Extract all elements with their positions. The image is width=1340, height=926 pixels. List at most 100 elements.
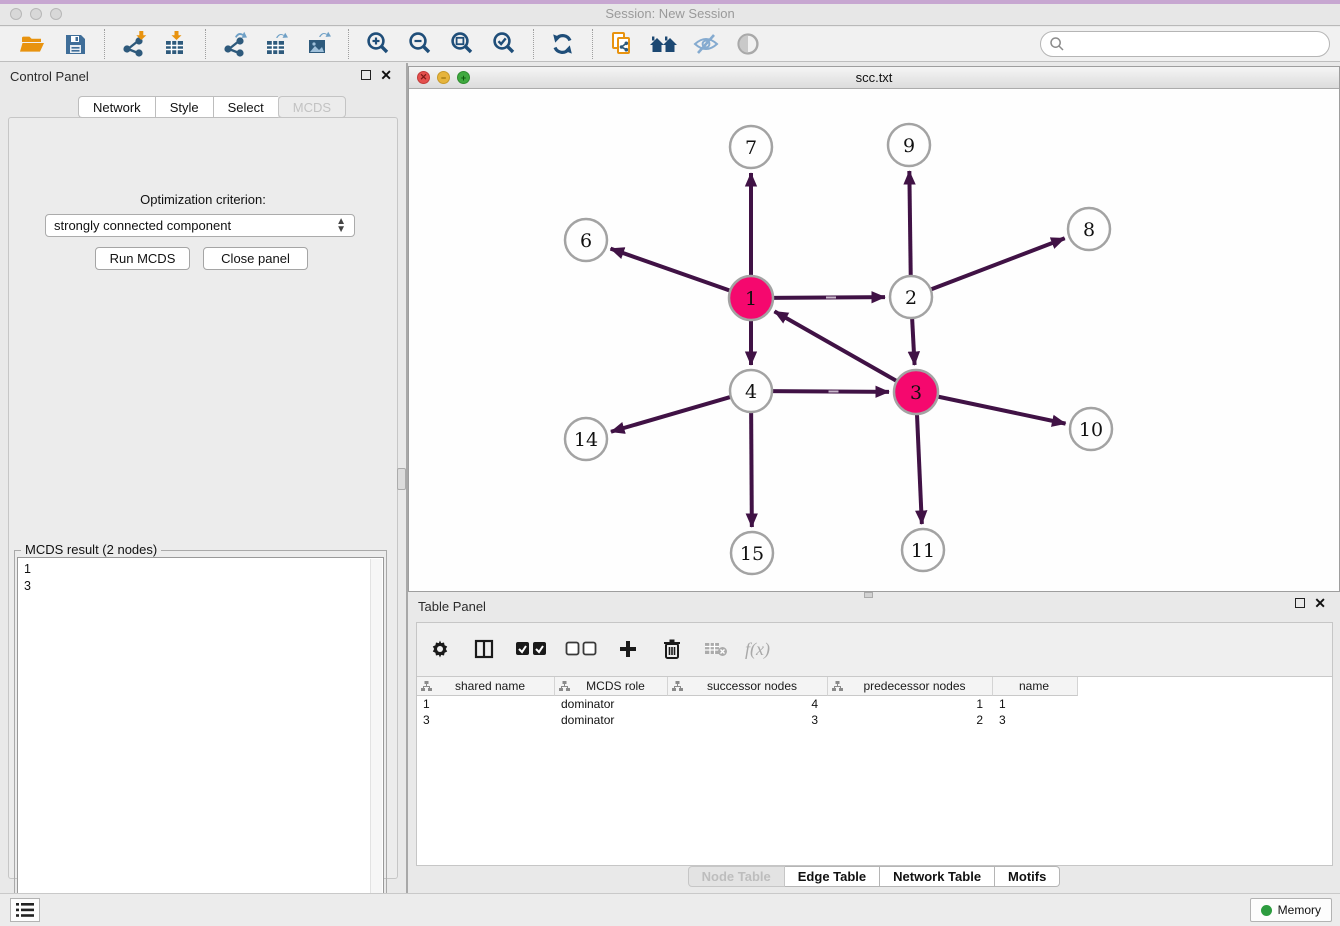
- show-all-button[interactable]: [733, 29, 763, 59]
- edge-2-3[interactable]: [912, 316, 915, 365]
- split-divider-handle[interactable]: [397, 468, 406, 490]
- deselect-all-columns-button[interactable]: [563, 634, 599, 664]
- float-panel-icon[interactable]: [361, 70, 371, 80]
- window-accent-strip: [0, 0, 1340, 4]
- hide-selected-button[interactable]: [691, 29, 721, 59]
- result-scrollbar[interactable]: [370, 559, 382, 926]
- export-table-button[interactable]: [262, 29, 292, 59]
- delete-table-button[interactable]: [701, 634, 731, 664]
- edge-2-9[interactable]: [909, 171, 910, 278]
- node-table[interactable]: shared name MCDS role successor nodes pr…: [417, 676, 1332, 865]
- status-bar: Memory: [0, 893, 1340, 926]
- control-panel: Control Panel ✕ Network Style Select MCD…: [0, 63, 406, 893]
- edge-3-11[interactable]: [917, 412, 922, 524]
- close-panel-icon[interactable]: ✕: [380, 70, 392, 80]
- close-panel-icon[interactable]: ✕: [1314, 598, 1326, 608]
- node-label-6: 6: [580, 230, 592, 252]
- show-column-panel-button[interactable]: [469, 634, 499, 664]
- edge-3-10[interactable]: [936, 396, 1066, 423]
- toolbar-separator: [592, 29, 593, 59]
- column-header-shared-name[interactable]: shared name: [417, 677, 555, 696]
- import-network-button[interactable]: [119, 29, 149, 59]
- apply-layout-button[interactable]: [548, 29, 578, 59]
- zoom-out-button[interactable]: [405, 29, 435, 59]
- tab-style[interactable]: Style: [155, 96, 213, 118]
- zoom-fit-icon: [449, 31, 475, 57]
- add-column-button[interactable]: [613, 634, 643, 664]
- column-type-icon: [559, 681, 570, 692]
- table-row[interactable]: 1 dominator 4 1 1: [417, 696, 1332, 712]
- column-header-mcds-role[interactable]: MCDS role: [555, 677, 668, 696]
- network-canvas[interactable]: 7968124314101511: [409, 89, 1339, 591]
- export-network-button[interactable]: [220, 29, 250, 59]
- zoom-fit-button[interactable]: [447, 29, 477, 59]
- table-row[interactable]: 3 dominator 3 2 3: [417, 712, 1332, 728]
- tab-network[interactable]: Network: [78, 96, 155, 118]
- duplicate-network-button[interactable]: [607, 29, 637, 59]
- import-network-icon: [121, 31, 147, 57]
- zoom-selected-button[interactable]: [489, 29, 519, 59]
- table-settings-button[interactable]: [425, 634, 455, 664]
- edge-3-1[interactable]: [774, 311, 898, 382]
- close-panel-button[interactable]: Close panel: [203, 247, 308, 270]
- criterion-value: strongly connected component: [54, 218, 231, 233]
- node-label-8: 8: [1083, 219, 1095, 241]
- float-panel-icon[interactable]: [1295, 598, 1305, 608]
- open-session-button[interactable]: [18, 29, 48, 59]
- tab-select[interactable]: Select: [213, 96, 278, 118]
- mcds-result-line: 1: [24, 561, 383, 578]
- delete-columns-button[interactable]: [657, 634, 687, 664]
- tab-edge-table[interactable]: Edge Table: [785, 866, 880, 887]
- node-label-9: 9: [903, 135, 915, 157]
- cell-name: 1: [993, 697, 1078, 711]
- table-header-row: shared name MCDS role successor nodes pr…: [417, 677, 1332, 696]
- import-table-button[interactable]: [161, 29, 191, 59]
- home-button[interactable]: [649, 29, 679, 59]
- trash-icon: [662, 638, 682, 660]
- network-window-titlebar[interactable]: ✕ − + scc.txt: [409, 67, 1339, 89]
- select-all-columns-button[interactable]: [513, 634, 549, 664]
- column-header-name[interactable]: name: [993, 677, 1078, 696]
- open-folder-icon: [20, 32, 46, 56]
- memory-status-icon: [1261, 905, 1272, 916]
- toolbar-separator: [205, 29, 206, 59]
- list-icon: [16, 903, 34, 917]
- save-session-button[interactable]: [60, 29, 90, 59]
- tab-motifs[interactable]: Motifs: [995, 866, 1060, 887]
- column-header-predecessor-nodes[interactable]: predecessor nodes: [828, 677, 993, 696]
- edge-4-15[interactable]: [751, 410, 752, 527]
- criterion-select[interactable]: strongly connected component ▲▼: [45, 214, 355, 237]
- column-header-successor-nodes[interactable]: successor nodes: [668, 677, 828, 696]
- column-type-icon: [832, 681, 843, 692]
- tab-mcds[interactable]: MCDS: [278, 96, 346, 118]
- edge-4-14[interactable]: [611, 396, 733, 431]
- cell-mcds-role: dominator: [555, 713, 668, 727]
- search-field[interactable]: [1040, 31, 1330, 57]
- table-panel-body: f(x) shared name MCDS role successor nod…: [416, 622, 1333, 866]
- memory-button[interactable]: Memory: [1250, 898, 1332, 922]
- home-icon: [649, 32, 679, 56]
- mcds-result-textarea[interactable]: 1 3: [17, 557, 384, 926]
- mcds-tab-panel: Optimization criterion: strongly connect…: [8, 117, 398, 879]
- search-input[interactable]: [1065, 34, 1329, 54]
- table-panel: Table Panel ✕: [408, 595, 1340, 893]
- task-history-button[interactable]: [10, 898, 40, 922]
- tab-node-table[interactable]: Node Table: [688, 866, 785, 887]
- network-graph[interactable]: 7968124314101511: [409, 89, 1339, 591]
- apply-function-button[interactable]: f(x): [745, 639, 770, 660]
- column-type-icon: [672, 681, 683, 692]
- cell-shared-name: 1: [417, 697, 555, 711]
- toolbar-separator: [533, 29, 534, 59]
- run-mcds-button[interactable]: Run MCDS: [95, 247, 190, 270]
- cell-successor-nodes: 3: [668, 713, 828, 727]
- node-label-2: 2: [905, 287, 917, 309]
- toolbar-separator: [348, 29, 349, 59]
- eye-disabled-icon: [736, 32, 760, 56]
- export-image-button[interactable]: [304, 29, 334, 59]
- edge-2-8[interactable]: [929, 238, 1065, 290]
- edge-1-6[interactable]: [611, 249, 733, 292]
- tab-network-table[interactable]: Network Table: [880, 866, 995, 887]
- zoom-in-button[interactable]: [363, 29, 393, 59]
- toolbar-separator: [104, 29, 105, 59]
- cell-mcds-role: dominator: [555, 697, 668, 711]
